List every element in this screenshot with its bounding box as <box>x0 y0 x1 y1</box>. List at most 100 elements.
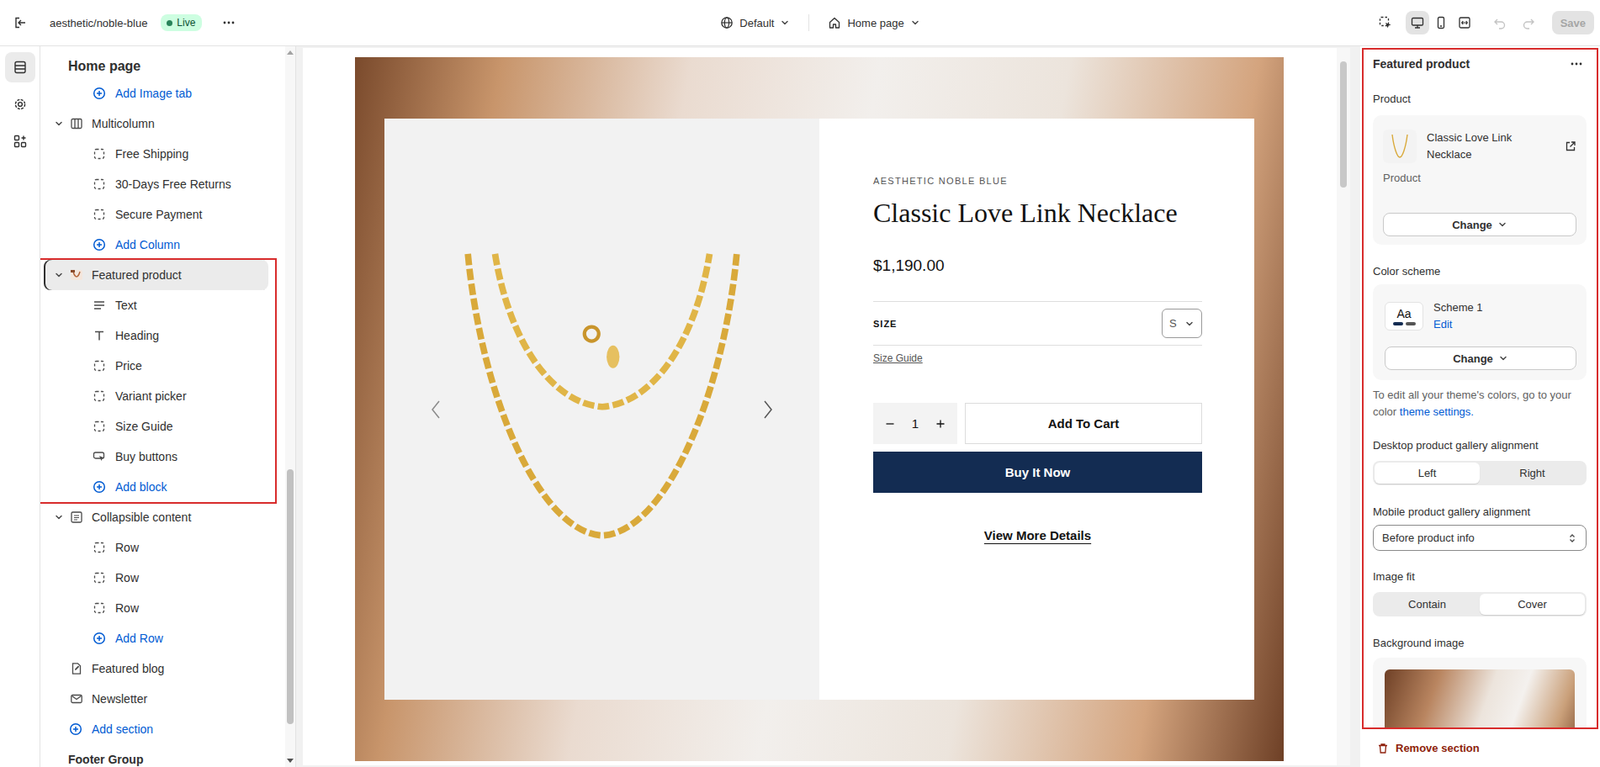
sidebar-title: Home page <box>40 46 286 79</box>
store-name: aesthetic/noble-blue <box>49 16 148 30</box>
size-guide-link[interactable]: Size Guide <box>873 352 923 365</box>
scroll-thumb[interactable] <box>286 469 294 725</box>
undo-button[interactable] <box>1488 10 1512 35</box>
block-label: 30-Days Free Returns <box>115 177 232 191</box>
add-block-button[interactable]: Add Image tab <box>43 78 279 109</box>
theme-settings-link[interactable]: theme settings. <box>1399 403 1474 421</box>
block-item[interactable]: Buy buttons <box>43 441 269 472</box>
buy-now-button[interactable]: Buy It Now <box>873 451 1203 493</box>
rail-button[interactable] <box>5 126 36 157</box>
view-details-link[interactable]: View More Details <box>984 528 1092 543</box>
add-icon <box>92 86 106 101</box>
footer-group-label: Footer Group <box>68 752 144 767</box>
mobile-alignment-label: Mobile product gallery alignment <box>1372 503 1587 521</box>
block-item[interactable]: Row <box>43 593 279 624</box>
add-to-cart-button[interactable]: Add To Cart <box>964 402 1203 445</box>
view-switcher <box>1405 10 1477 35</box>
section-label: Featured product <box>91 268 182 282</box>
section-item[interactable]: Newsletter <box>43 683 279 715</box>
block-item[interactable]: Price <box>43 350 269 382</box>
save-button[interactable]: Save <box>1552 10 1595 35</box>
up-down-chevron-icon <box>1567 533 1578 544</box>
theme-select-label: Default <box>739 16 774 30</box>
increase-button[interactable] <box>933 415 948 433</box>
view-button[interactable] <box>1452 10 1477 35</box>
chevron-right-icon <box>762 399 774 420</box>
desktop-alignment-label: Desktop product gallery alignment <box>1372 437 1587 455</box>
redo-button[interactable] <box>1516 10 1541 35</box>
section-item[interactable]: Collapsible content <box>43 502 279 533</box>
block-item[interactable]: Variant picker <box>43 381 269 412</box>
add-icon <box>92 238 106 252</box>
section-item[interactable]: Multicolumn <box>43 108 279 139</box>
edit-scheme-link[interactable]: Edit <box>1433 316 1452 334</box>
section-group: Newsletter <box>40 683 286 715</box>
decrease-button[interactable] <box>883 415 897 433</box>
product-thumbnail-icon <box>69 268 84 282</box>
open-product-button[interactable] <box>1564 140 1577 153</box>
section-item[interactable]: Featured blog <box>43 653 279 684</box>
segment-option[interactable]: Right <box>1479 462 1585 484</box>
add-block-button[interactable]: Add block <box>43 471 269 503</box>
product-type: Product <box>1382 169 1577 187</box>
preview-scrollbar[interactable] <box>1336 47 1351 766</box>
block-item[interactable]: Size Guide <box>43 411 269 442</box>
rail-button[interactable] <box>5 52 36 83</box>
block-item[interactable]: 30-Days Free Returns <box>43 169 279 200</box>
add-section-button[interactable]: Add section <box>43 714 279 745</box>
featured-product-section[interactable]: AESTHETIC NOBLE BLUE Classic Love Link N… <box>354 57 1284 762</box>
block-item[interactable]: Heading <box>43 320 269 351</box>
change-product-button[interactable]: Change <box>1382 212 1577 237</box>
segment-option[interactable]: Cover <box>1479 593 1585 615</box>
exit-button[interactable] <box>8 10 32 35</box>
section-label: Newsletter <box>91 692 148 706</box>
apps-icon <box>12 133 28 149</box>
section-group: Add Image tab <box>40 78 286 109</box>
swatch-bars <box>1393 322 1416 326</box>
mobile-alignment-select[interactable]: Before product info <box>1372 524 1587 551</box>
size-select[interactable]: S <box>1161 308 1203 339</box>
selected-scheme: Aa Scheme 1 Edit <box>1384 299 1577 334</box>
product-vendor: AESTHETIC NOBLE BLUE <box>873 174 1203 188</box>
sidebar-scrollbar[interactable] <box>285 46 296 767</box>
settings-panel: Featured product Product Classic Love Li… <box>1360 46 1600 767</box>
footer-group-header[interactable]: Footer Group <box>43 744 279 767</box>
block-item[interactable]: Row <box>43 532 279 563</box>
quantity-value[interactable]: 1 <box>911 416 919 431</box>
remove-section-button[interactable]: Remove section <box>1377 741 1480 755</box>
gear-icon <box>12 96 28 112</box>
section-item[interactable]: Featured product <box>43 259 269 291</box>
more-button[interactable] <box>217 10 241 35</box>
desktop-icon <box>1410 15 1425 30</box>
segment-option[interactable]: Contain <box>1374 593 1480 615</box>
previous-image-button[interactable] <box>429 399 442 420</box>
background-image-picker[interactable] <box>1372 657 1587 730</box>
inspector-button[interactable] <box>1373 10 1398 35</box>
add-block-button[interactable]: Add Column <box>43 229 279 260</box>
block-item[interactable]: Secure Payment <box>43 199 279 230</box>
view-button[interactable] <box>1429 10 1453 35</box>
view-button[interactable] <box>1405 10 1430 35</box>
block-item[interactable]: Text <box>43 290 269 321</box>
block-item[interactable]: Free Shipping <box>43 138 279 170</box>
segment-option[interactable]: Left <box>1374 462 1480 484</box>
page-select[interactable]: Home page <box>821 10 927 35</box>
block-icon <box>92 207 106 222</box>
next-image-button[interactable] <box>762 399 774 420</box>
theme-select[interactable]: Default <box>713 10 797 35</box>
chevron-slot <box>52 692 66 706</box>
rail-button[interactable] <box>5 89 36 120</box>
scroll-thumb[interactable] <box>1340 61 1347 188</box>
block-label: Add Column <box>115 238 181 252</box>
block-item[interactable]: Row <box>43 562 279 594</box>
block-label: Buy buttons <box>115 450 178 464</box>
theme-editor: aesthetic/noble-blue Live Default Home p… <box>0 0 1600 767</box>
remove-section-label: Remove section <box>1395 741 1480 755</box>
block-icon <box>92 571 106 585</box>
change-scheme-button[interactable]: Change <box>1384 346 1577 371</box>
add-block-button[interactable]: Add Row <box>43 623 279 654</box>
section-more-button[interactable] <box>1566 53 1587 75</box>
color-scheme-label: Color scheme <box>1372 263 1587 281</box>
blog-icon <box>69 662 84 676</box>
globe-icon <box>720 15 734 30</box>
